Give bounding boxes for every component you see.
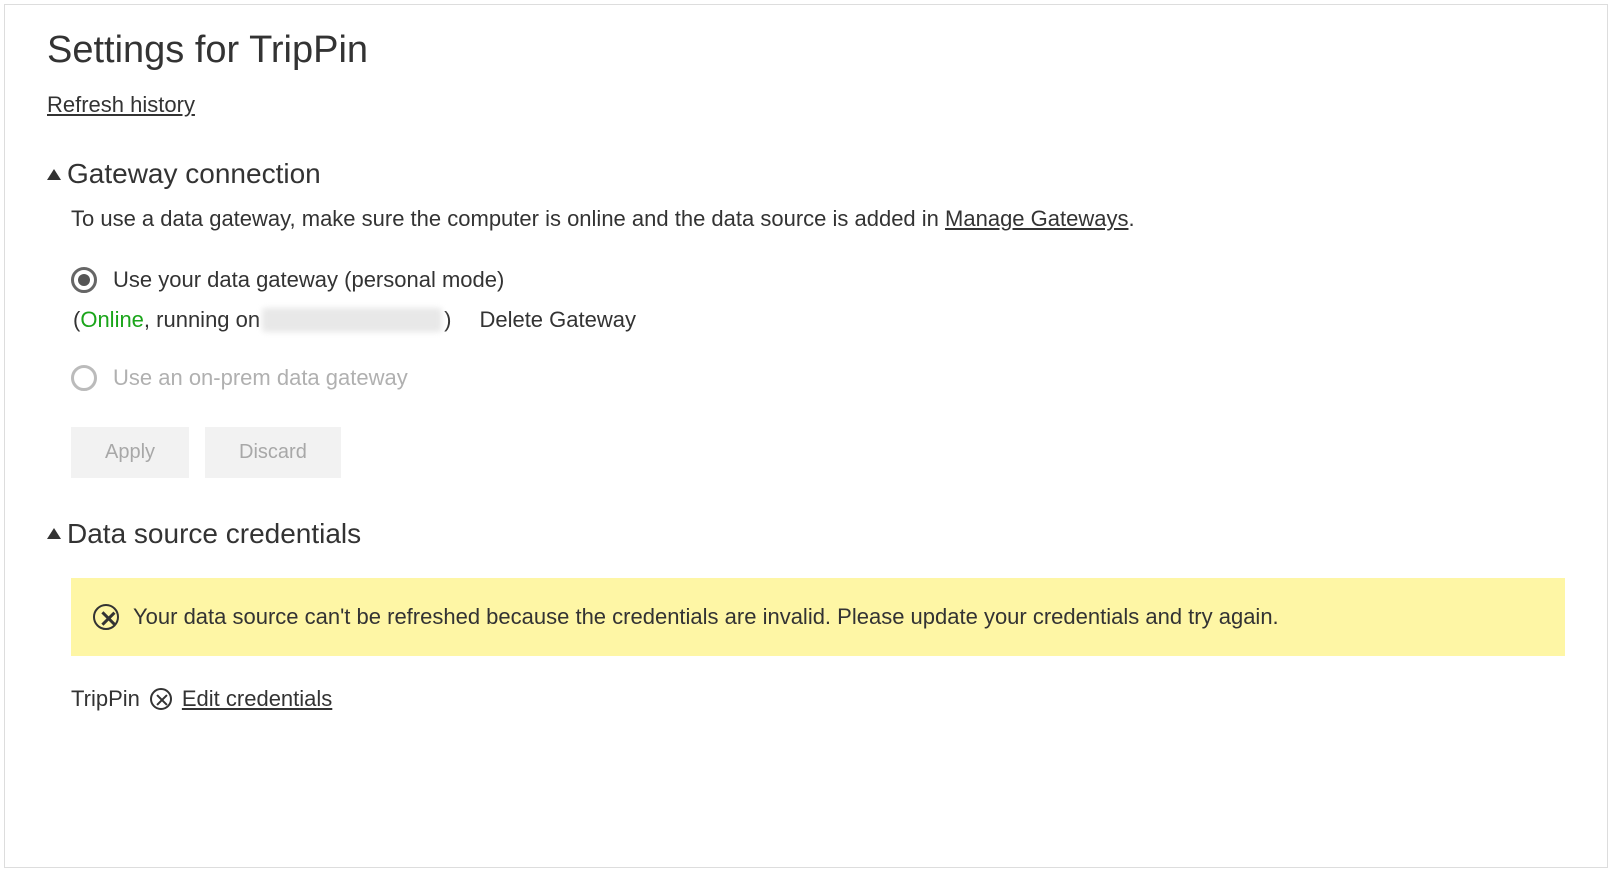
expand-up-icon <box>47 169 61 180</box>
status-running-text: , running on <box>144 307 260 333</box>
credentials-alert: Your data source can't be refreshed beca… <box>71 578 1565 656</box>
data-source-credentials-section: Data source credentials Your data source… <box>47 518 1565 712</box>
status-online-text: Online <box>80 307 144 333</box>
manage-gateways-link[interactable]: Manage Gateways <box>945 206 1128 231</box>
radio-onprem-gateway-row: Use an on-prem data gateway <box>71 365 1565 391</box>
page-title: Settings for TripPin <box>47 29 1565 72</box>
error-circle-x-icon <box>93 604 119 630</box>
error-circle-x-icon <box>150 688 172 710</box>
data-source-name: TripPin <box>71 686 140 712</box>
gateway-description: To use a data gateway, make sure the com… <box>71 204 1565 235</box>
delete-gateway-link[interactable]: Delete Gateway <box>479 307 636 333</box>
gateway-section-body: To use a data gateway, make sure the com… <box>47 204 1565 478</box>
gateway-section-title: Gateway connection <box>67 158 321 190</box>
credentials-section-toggle[interactable]: Data source credentials <box>47 518 1565 550</box>
gateway-connection-section: Gateway connection To use a data gateway… <box>47 158 1565 478</box>
gateway-status-line: (Online, running on ) Delete Gateway <box>73 307 1565 333</box>
gateway-machine-name-redacted <box>262 308 442 332</box>
apply-button: Apply <box>71 427 189 478</box>
status-close-paren: ) <box>444 307 451 333</box>
discard-button: Discard <box>205 427 341 478</box>
radio-onprem-gateway <box>71 365 97 391</box>
radio-selected-dot-icon <box>78 274 90 286</box>
credentials-row: TripPin Edit credentials <box>71 686 1565 712</box>
gateway-description-text: To use a data gateway, make sure the com… <box>71 206 945 231</box>
refresh-history-link[interactable]: Refresh history <box>47 92 195 118</box>
expand-up-icon <box>47 528 61 539</box>
gateway-section-toggle[interactable]: Gateway connection <box>47 158 1565 190</box>
credentials-section-body: Your data source can't be refreshed beca… <box>47 578 1565 712</box>
radio-personal-gateway-row: Use your data gateway (personal mode) <box>71 267 1565 293</box>
radio-onprem-gateway-label: Use an on-prem data gateway <box>113 365 408 391</box>
radio-personal-gateway-label: Use your data gateway (personal mode) <box>113 267 504 293</box>
status-open-paren: ( <box>73 307 80 333</box>
credentials-alert-text: Your data source can't be refreshed beca… <box>133 604 1279 630</box>
edit-credentials-link[interactable]: Edit credentials <box>182 686 332 712</box>
gateway-button-row: Apply Discard <box>71 427 1565 478</box>
settings-panel: Settings for TripPin Refresh history Gat… <box>4 4 1608 868</box>
credentials-section-title: Data source credentials <box>67 518 361 550</box>
gateway-description-suffix: . <box>1128 206 1134 231</box>
radio-personal-gateway[interactable] <box>71 267 97 293</box>
